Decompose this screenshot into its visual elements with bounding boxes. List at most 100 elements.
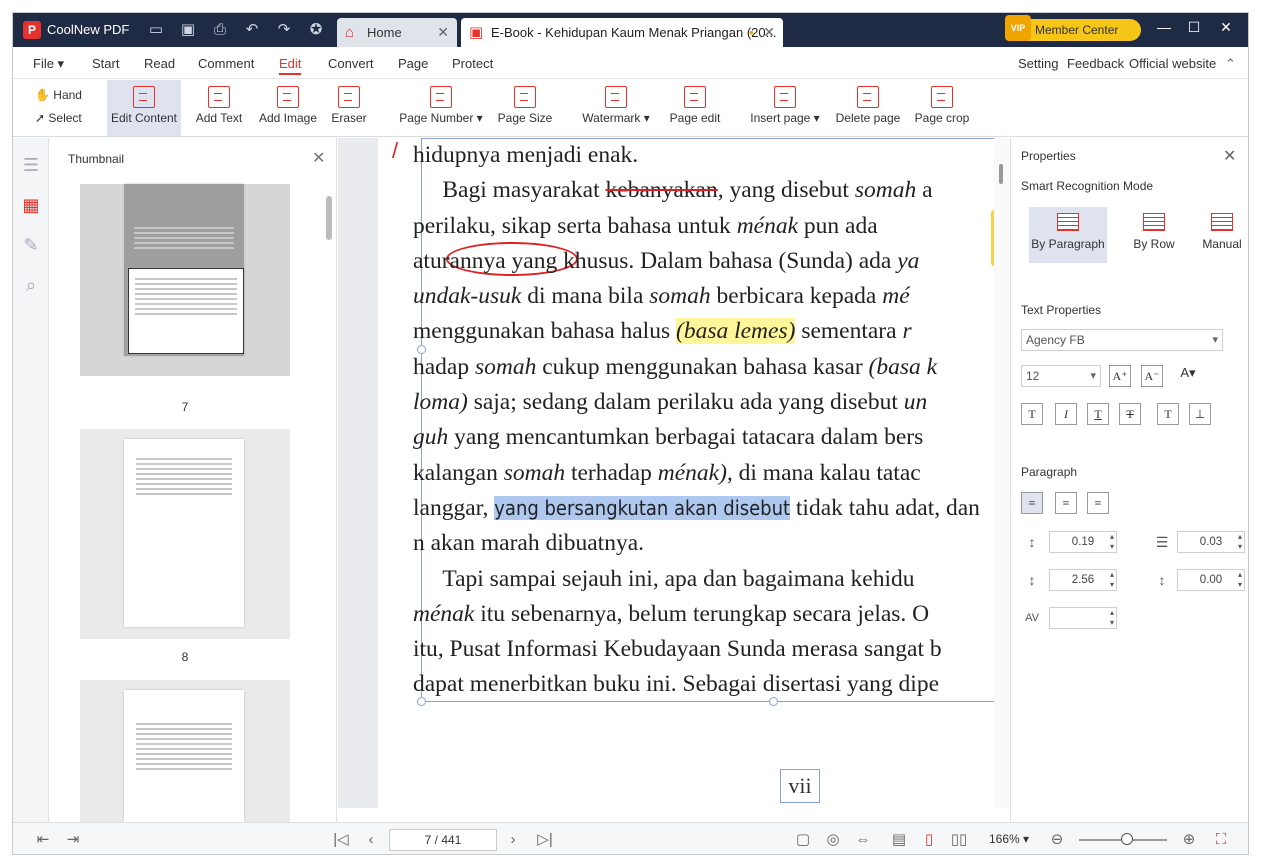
redo-icon[interactable]: ↷ — [273, 20, 295, 40]
annotation-list-icon[interactable]: ✎ — [20, 234, 42, 256]
close-icon[interactable]: ✕ — [1223, 146, 1236, 166]
zoom-out-icon[interactable]: ⊖ — [1047, 830, 1067, 850]
single-page-view-icon[interactable]: ▯ — [919, 830, 939, 850]
previous-page-icon[interactable]: ‹ — [361, 830, 381, 850]
page-size-button[interactable]: Page Size — [497, 80, 553, 136]
font-color-icon[interactable]: A▾ — [1173, 365, 1203, 387]
mode-by-paragraph[interactable]: By Paragraph — [1029, 207, 1107, 263]
menu-feedback[interactable]: Feedback — [1067, 56, 1124, 71]
close-icon[interactable]: ✕ — [437, 18, 449, 47]
actual-size-icon[interactable]: ▢ — [793, 830, 813, 850]
first-page-icon[interactable]: |◁ — [331, 830, 351, 850]
menu-file[interactable]: File ▾ — [33, 56, 64, 72]
save-icon[interactable]: ▣ — [177, 20, 199, 40]
next-page-icon[interactable]: › — [503, 830, 523, 850]
eraser-button[interactable]: Eraser — [327, 80, 371, 136]
last-page-icon[interactable]: ▷| — [535, 830, 555, 850]
search-icon[interactable]: ⌕ — [20, 274, 42, 296]
undo-icon[interactable]: ↶ — [241, 20, 263, 40]
minimize-icon[interactable]: — — [1149, 19, 1179, 35]
insert-page-button[interactable]: Insert page ▾ — [747, 80, 823, 136]
document-view[interactable]: / hidupnya menjadi enak. Bagi masyarakat… — [338, 138, 994, 808]
tab-home[interactable]: ⌂ Home ✕ — [337, 18, 457, 47]
edit-content-button[interactable]: Edit Content — [107, 80, 181, 136]
thumbnail-icon[interactable]: ▦ — [20, 194, 42, 216]
maximize-icon[interactable]: ☐ — [1179, 19, 1209, 36]
page-edit-button[interactable]: Page edit — [667, 80, 723, 136]
text-line: aturannya yang khusus. Dalam bahasa (Sun… — [413, 247, 920, 274]
align-right-icon[interactable]: ≡ — [1087, 492, 1109, 514]
menu-official-website[interactable]: Official website — [1129, 56, 1216, 71]
italic-icon[interactable]: I — [1055, 403, 1077, 425]
char-spacing-input[interactable] — [1049, 607, 1117, 629]
select-tool[interactable]: ➚ Select — [35, 111, 82, 125]
continuous-view-icon[interactable]: ▤ — [889, 830, 909, 850]
space-before-input[interactable]: 2.56 — [1049, 569, 1117, 591]
thumbnail-page-8[interactable] — [80, 429, 290, 639]
strikethrough-icon[interactable]: T — [1119, 403, 1141, 425]
thumbnail-page-9[interactable] — [80, 680, 290, 822]
document-scrollbar[interactable] — [994, 138, 1010, 808]
zoom-level-select[interactable]: 166% ▾ — [989, 832, 1029, 846]
page-number-button[interactable]: Page Number ▾ — [395, 80, 487, 136]
collapse-ribbon-icon[interactable]: ⌃ — [1225, 56, 1236, 72]
two-page-view-icon[interactable]: ▯▯ — [949, 830, 969, 850]
menu-convert[interactable]: Convert — [328, 56, 374, 71]
zoom-slider-knob[interactable] — [1121, 833, 1133, 845]
menu-comment[interactable]: Comment — [198, 56, 254, 71]
highlight-annotation[interactable]: (basa lemes) — [676, 318, 796, 345]
hand-tool[interactable]: ✋ Hand — [35, 88, 82, 102]
close-icon[interactable]: ✕ — [312, 148, 325, 168]
delete-page-button[interactable]: Delete page — [835, 80, 901, 136]
align-left-icon[interactable]: ≡ — [1021, 492, 1043, 514]
member-center-button[interactable]: VIP Member Center — [1005, 15, 1141, 41]
font-family-select[interactable]: Agency FB — [1021, 329, 1223, 351]
page-edit-icon — [684, 86, 706, 108]
tab-document[interactable]: ▣ E-Book - Kehidupan Kaum Menak Priangan… — [461, 18, 783, 47]
sidebar-collapse-icon[interactable]: ⇤ — [33, 830, 53, 850]
scrollbar-thumb[interactable] — [999, 164, 1003, 184]
menu-read[interactable]: Read — [144, 56, 175, 71]
thumbnail-scrollbar[interactable] — [326, 196, 332, 240]
selected-text[interactable]: yang bersangkutan akan disebut — [494, 495, 791, 520]
text-line: itu, Pusat Informasi Kebudayaan Sunda me… — [413, 636, 942, 663]
print-icon[interactable]: ⎙ — [209, 20, 231, 40]
menu-setting[interactable]: Setting — [1018, 56, 1058, 71]
fit-page-icon[interactable]: ◎ — [823, 830, 843, 850]
sidebar-expand-icon[interactable]: ⇥ — [63, 830, 83, 850]
add-image-button[interactable]: Add Image — [257, 80, 319, 136]
decrease-font-icon[interactable]: A⁻ — [1141, 365, 1163, 387]
line-spacing-input[interactable]: 0.19 — [1049, 531, 1117, 553]
align-center-icon[interactable]: ≡ — [1055, 492, 1077, 514]
settings-star-icon[interactable]: ✪ — [305, 20, 327, 40]
close-window-icon[interactable]: ✕ — [1211, 19, 1241, 36]
superscript-icon[interactable]: T — [1157, 403, 1179, 425]
strikethrough-annotation[interactable]: kebanyakan — [606, 177, 718, 203]
underline-icon[interactable]: T — [1087, 403, 1109, 425]
menu-protect[interactable]: Protect — [452, 56, 493, 71]
fullscreen-icon[interactable]: ⛶ — [1211, 830, 1231, 850]
text-line: guh yang mencantumkan berbagai tatacara … — [413, 424, 924, 451]
page-number-input[interactable]: 7 / 441 — [389, 829, 497, 851]
mode-by-row[interactable]: By Row — [1115, 207, 1193, 263]
delete-page-icon — [857, 86, 879, 108]
text-layout-icon[interactable]: ⊥ — [1189, 403, 1211, 425]
thumbnail-page-7[interactable] — [80, 184, 290, 376]
indent-input[interactable]: 0.03 — [1177, 531, 1245, 553]
add-text-button[interactable]: Add Text — [191, 80, 247, 136]
mode-manual[interactable]: Manual — [1193, 207, 1248, 263]
menu-start[interactable]: Start — [92, 56, 119, 71]
increase-font-icon[interactable]: A⁺ — [1109, 365, 1131, 387]
menu-edit[interactable]: Edit — [279, 56, 302, 75]
page-crop-button[interactable]: Page crop — [913, 80, 971, 136]
outline-icon[interactable]: ☰ — [20, 154, 42, 176]
zoom-in-icon[interactable]: ⊕ — [1179, 830, 1199, 850]
fit-width-icon[interactable]: ⇔ — [853, 830, 873, 850]
close-icon[interactable]: ✕ — [763, 18, 775, 47]
space-after-input[interactable]: 0.00 — [1177, 569, 1245, 591]
open-folder-icon[interactable]: ▭ — [145, 20, 167, 40]
menu-page[interactable]: Page — [398, 56, 428, 71]
subscript-icon[interactable]: T — [1021, 403, 1043, 425]
watermark-button[interactable]: Watermark ▾ — [578, 80, 654, 136]
font-size-select[interactable]: 12 — [1021, 365, 1101, 387]
